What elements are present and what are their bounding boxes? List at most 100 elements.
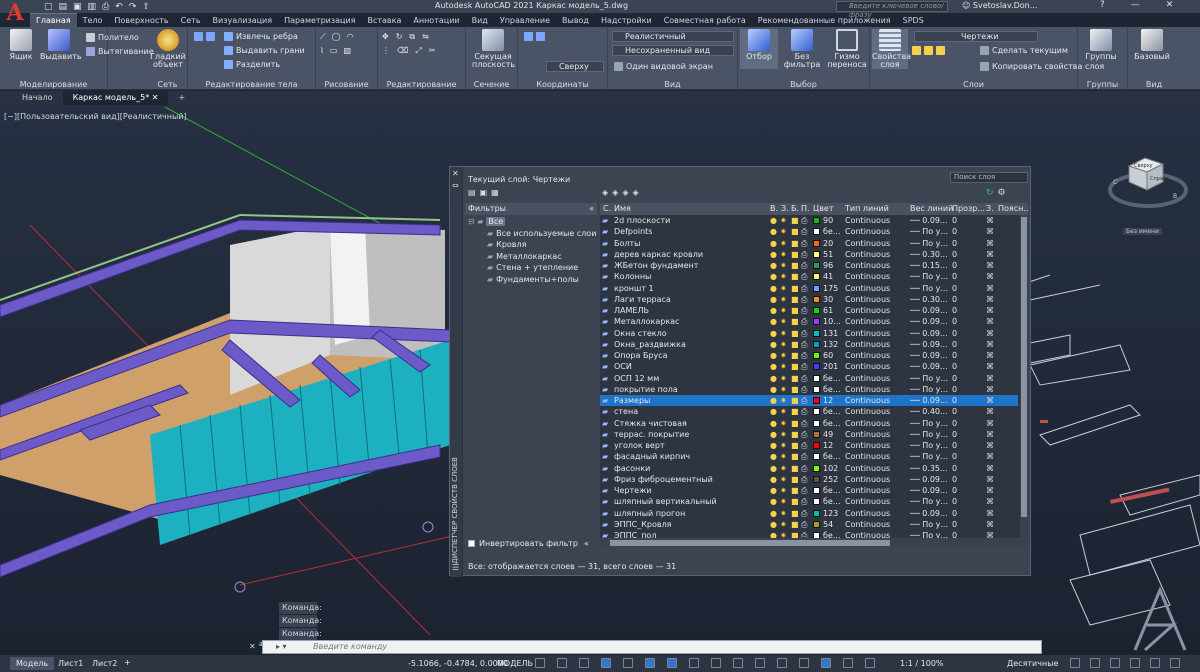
ribbon-tab[interactable]: Вставка bbox=[361, 14, 407, 27]
column-header[interactable]: Прозр... bbox=[952, 203, 985, 215]
base-view-button[interactable]: Базовый bbox=[1132, 29, 1172, 69]
layer-freeze-icon[interactable]: ✷ bbox=[780, 451, 787, 462]
close-icon[interactable]: ✕ bbox=[1166, 0, 1174, 10]
delete-layer-icon[interactable]: ◈ bbox=[622, 188, 632, 197]
polar-icon[interactable] bbox=[601, 658, 611, 668]
add-layout-icon[interactable]: + bbox=[124, 658, 131, 667]
grid-icon[interactable] bbox=[535, 658, 545, 668]
layer-lock-icon[interactable]: ■ bbox=[791, 361, 799, 372]
filter-icon[interactable] bbox=[799, 658, 809, 668]
layer-linetype[interactable]: Continuous bbox=[845, 249, 890, 260]
layer-color[interactable]: 12 bbox=[813, 395, 833, 406]
layer-name[interactable]: дерев каркас кровли bbox=[614, 249, 703, 260]
modify-tools-2[interactable]: ⋮ ⌫ ⤢ ✂ bbox=[382, 45, 439, 56]
layer-transparency[interactable]: 0 bbox=[952, 316, 957, 327]
layer-freeze-icon[interactable]: ✷ bbox=[780, 260, 787, 271]
draw-tools-2[interactable]: ⌇ ▭ ▨ bbox=[320, 45, 354, 56]
autohide-icon[interactable]: ⇔ bbox=[452, 181, 459, 190]
layer-color[interactable]: 123 bbox=[813, 508, 838, 519]
layer-search-input[interactable]: Поиск слоя bbox=[950, 172, 1028, 183]
culling-button[interactable]: Отбор bbox=[740, 29, 778, 69]
modify-tools[interactable]: ✥ ↻ ⧉ ⇋ bbox=[382, 31, 433, 42]
ribbon-tab[interactable]: Вывод bbox=[556, 14, 595, 27]
layer-name[interactable]: покрытие пола bbox=[614, 384, 678, 395]
group-draw-title[interactable]: Рисование bbox=[316, 80, 377, 89]
layer-freeze-icon[interactable]: ✷ bbox=[780, 373, 787, 384]
layer-transparency[interactable]: 0 bbox=[952, 238, 957, 249]
layer-on-icon[interactable]: ● bbox=[770, 260, 777, 271]
polysolid-button[interactable]: Политело bbox=[86, 32, 139, 43]
layer-vp-freeze-icon[interactable]: ⌘ bbox=[986, 226, 994, 237]
layer-on-icon[interactable]: ● bbox=[770, 339, 777, 350]
extrude-faces-button[interactable]: Выдавить грани bbox=[224, 45, 305, 56]
layer-vp-freeze-icon[interactable]: ⌘ bbox=[986, 519, 994, 530]
layer-vp-freeze-icon[interactable]: ⌘ bbox=[986, 294, 994, 305]
group-solid-edit-title[interactable]: Редактирование тела bbox=[188, 80, 315, 89]
viewport-controls-label[interactable]: [−][Пользовательский вид][Реалистичный] bbox=[4, 112, 187, 121]
group-view2-title[interactable]: Вид bbox=[1128, 80, 1180, 89]
named-view-combo[interactable]: Несохраненный вид bbox=[612, 45, 734, 56]
layer-row[interactable]: ▰ Металлокаркас ● ✷ ■ ⎙ 10... Continuous ── 0.09… bbox=[600, 316, 1018, 327]
layer-linetype[interactable]: Continuous bbox=[845, 238, 890, 249]
layer-freeze-icon[interactable]: ✷ bbox=[780, 463, 787, 474]
group-mesh-title[interactable]: Сеть bbox=[148, 80, 187, 89]
layer-name[interactable]: фасадный кирпич bbox=[614, 451, 690, 462]
layer-linetype[interactable]: Continuous bbox=[845, 361, 890, 372]
layer-vp-freeze-icon[interactable]: ⌘ bbox=[986, 271, 994, 282]
layer-plot-icon[interactable]: ⎙ bbox=[801, 440, 807, 451]
layer-name[interactable]: ЖБетон фундамент bbox=[614, 260, 698, 271]
layer-lock-icon[interactable]: ■ bbox=[791, 294, 799, 305]
filter-item[interactable]: ▰ Кровля bbox=[487, 240, 526, 249]
layer-color[interactable]: бе... bbox=[813, 496, 840, 507]
layer-state-icons[interactable] bbox=[912, 45, 945, 56]
layer-on-icon[interactable]: ● bbox=[770, 530, 777, 538]
layer-row[interactable]: ▰ ЛАМЕЛЬ ● ✷ ■ ⎙ 61 Continuous ── 0.09... 0 ⌘ bbox=[600, 305, 1018, 316]
layer-linetype[interactable]: Continuous bbox=[845, 519, 890, 530]
layer-name[interactable]: Окна_раздвижка bbox=[614, 339, 686, 350]
layer-plot-icon[interactable]: ⎙ bbox=[801, 429, 807, 440]
layer-row[interactable]: ▰ фасонки ● ✷ ■ ⎙ 102 Continuous ── 0.35... 0 ⌘ bbox=[600, 463, 1018, 474]
layer-transparency[interactable]: 0 bbox=[952, 350, 957, 361]
layer-transparency[interactable]: 0 bbox=[952, 474, 957, 485]
layer-plot-icon[interactable]: ⎙ bbox=[801, 215, 807, 226]
layer-row[interactable]: ▰ ОСИ ● ✷ ■ ⎙ 201 Continuous ── 0.09... 0 ⌘ bbox=[600, 361, 1018, 372]
layer-transparency[interactable]: 0 bbox=[952, 530, 957, 538]
layer-lineweight[interactable]: ── 0.09... bbox=[910, 305, 948, 316]
layer-freeze-icon[interactable]: ✷ bbox=[780, 508, 787, 519]
layer-freeze-icon[interactable]: ✷ bbox=[780, 395, 787, 406]
layer-transparency[interactable]: 0 bbox=[952, 373, 957, 384]
layer-vp-freeze-icon[interactable]: ⌘ bbox=[986, 373, 994, 384]
palette-title-strip[interactable]: ✕ ⇔ ДИСПЕТЧЕР СВОЙСТВ СЛОЕВ ☰ bbox=[450, 167, 463, 577]
layer-freeze-icon[interactable]: ✷ bbox=[780, 474, 787, 485]
layer-plot-icon[interactable]: ⎙ bbox=[801, 496, 807, 507]
smooth-object-button[interactable]: Гладкий объект bbox=[149, 29, 187, 69]
layer-row[interactable]: ▰ Чертежи ● ✷ ■ ⎙ бе... Continuous ── 0.09... 0 ⌘ bbox=[600, 485, 1018, 496]
layer-lineweight[interactable]: ── 0.09... bbox=[910, 328, 948, 339]
autocad-logo-icon[interactable]: A bbox=[2, 1, 28, 25]
layer-freeze-icon[interactable]: ✷ bbox=[780, 361, 787, 372]
layer-row[interactable]: ▰ Окна стекло ● ✷ ■ ⎙ 131 Continuous ── 0.09... 0… bbox=[600, 328, 1018, 339]
layer-lock-icon[interactable]: ■ bbox=[791, 496, 799, 507]
layer-on-icon[interactable]: ● bbox=[770, 429, 777, 440]
layer-on-icon[interactable]: ● bbox=[770, 283, 777, 294]
layer-transparency[interactable]: 0 bbox=[952, 406, 957, 417]
layer-name[interactable]: ОСИ bbox=[614, 361, 632, 372]
filter-item[interactable]: ▰ Металлокаркас bbox=[487, 252, 562, 261]
layer-freeze-icon[interactable]: ✷ bbox=[780, 294, 787, 305]
layer-row[interactable]: ▰ Стяжка чистовая ● ✷ ■ ⎙ бе... Continuous ── По… bbox=[600, 418, 1018, 429]
layer-on-icon[interactable]: ● bbox=[770, 463, 777, 474]
ribbon-tab[interactable]: Надстройки bbox=[595, 14, 658, 27]
close-palette-icon[interactable]: ✕ bbox=[452, 169, 459, 178]
layer-freeze-icon[interactable]: ✷ bbox=[780, 328, 787, 339]
3dosnap-icon[interactable] bbox=[755, 658, 765, 668]
ribbon-tab[interactable]: Совместная работа bbox=[658, 14, 752, 27]
layer-color[interactable]: 30 bbox=[813, 294, 833, 305]
vertical-scrollbar[interactable] bbox=[1020, 215, 1028, 538]
layer-linetype[interactable]: Continuous bbox=[845, 316, 890, 327]
layer-linetype[interactable]: Continuous bbox=[845, 384, 890, 395]
layer-vp-freeze-icon[interactable]: ⌘ bbox=[986, 316, 994, 327]
layer-transparency[interactable]: 0 bbox=[952, 451, 957, 462]
layer-color[interactable]: 175 bbox=[813, 283, 838, 294]
layer-plot-icon[interactable]: ⎙ bbox=[801, 406, 807, 417]
layer-lineweight[interactable]: ── По у... bbox=[910, 496, 948, 507]
